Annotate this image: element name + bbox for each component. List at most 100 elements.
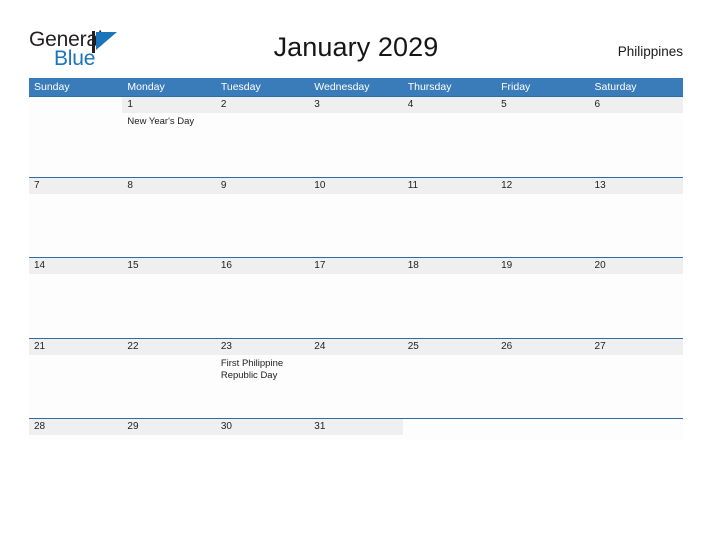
day-number: 11	[407, 179, 419, 191]
day-cell-8[interactable]: 8	[122, 177, 216, 257]
weekday-header-monday: Monday	[127, 81, 165, 93]
weekday-header-friday: Friday	[501, 81, 531, 93]
day-number-band: 25	[402, 338, 497, 355]
day-cell-27[interactable]: 27	[589, 338, 683, 418]
day-number: 2	[220, 99, 227, 110]
day-number: 20	[594, 260, 606, 271]
day-cell-23[interactable]: 23 First Philippine Republic Day	[215, 338, 310, 418]
weekday-header-sunday: Sunday	[34, 81, 70, 93]
day-cell-25[interactable]: 25	[402, 338, 497, 418]
calendar-week-row: 1 New Year's Day 2 3 4 5 6	[29, 96, 683, 177]
day-number-band: 31	[309, 419, 403, 435]
day-number-band: 3	[309, 97, 403, 113]
day-cell-26[interactable]: 26	[496, 338, 590, 418]
day-number: 19	[501, 260, 513, 271]
day-cell-24[interactable]: 24	[309, 338, 403, 418]
day-number-band: 13	[589, 177, 683, 194]
weekday-header-wednesday: Wednesday	[314, 81, 370, 93]
day-cell-empty[interactable]	[496, 419, 590, 440]
page-title: January 2029	[273, 32, 439, 62]
day-cell-30[interactable]: 30	[215, 419, 310, 440]
day-number-band: 2	[215, 97, 310, 113]
day-number-band	[590, 419, 683, 435]
day-cell-31[interactable]: 31	[309, 419, 403, 440]
region-label: Philippines	[617, 44, 683, 59]
day-cell-empty[interactable]	[589, 419, 683, 440]
day-number-band: 16	[215, 258, 310, 274]
day-number-band: 6	[589, 97, 683, 113]
calendar-page: General Blue January 2029 Philippines Su…	[0, 0, 712, 550]
week-cells: 1 New Year's Day 2 3 4 5 6	[29, 97, 683, 177]
day-number-band: 19	[496, 258, 590, 274]
day-number: 18	[407, 260, 419, 271]
day-number-band: 11	[402, 177, 497, 194]
day-cell-1[interactable]: 1 New Year's Day	[122, 97, 216, 177]
day-number-band: 17	[309, 258, 403, 274]
day-number-band: 30	[215, 419, 310, 435]
day-cell-18[interactable]: 18	[402, 258, 497, 338]
day-number-band: 22	[122, 338, 216, 355]
page-header: General Blue January 2029 Philippines	[0, 0, 712, 76]
weekday-header-tuesday: Tuesday	[220, 81, 261, 93]
day-cell-empty[interactable]	[402, 419, 497, 440]
day-cell-21[interactable]: 21	[29, 338, 123, 418]
calendar-week-row: 28 29 30 31	[29, 418, 683, 440]
day-number-band: 18	[402, 258, 497, 274]
day-number: 24	[314, 340, 326, 352]
day-cell-28[interactable]: 28	[29, 419, 123, 440]
day-cell-11[interactable]: 11	[402, 177, 497, 257]
day-number: 12	[501, 179, 513, 191]
day-number-band: 9	[215, 177, 310, 194]
event-label: First Philippine Republic Day	[220, 357, 284, 382]
calendar-body: 1 New Year's Day 2 3 4 5 6 7 8 9 10 11 12 13 14 15 16 17 1…	[29, 96, 683, 440]
day-number-band: 1	[122, 97, 216, 113]
day-cell-2[interactable]: 2	[215, 97, 310, 177]
day-number: 22	[127, 340, 139, 352]
day-cell-7[interactable]: 7	[29, 177, 123, 257]
day-number: 10	[314, 179, 326, 191]
day-number: 4	[407, 99, 414, 110]
day-cell-3[interactable]: 3	[309, 97, 403, 177]
day-events: First Philippine Republic Day	[216, 355, 309, 383]
day-number-band	[496, 419, 589, 435]
day-cell-empty[interactable]	[29, 97, 123, 177]
week-cells: 28 29 30 31	[29, 419, 683, 440]
day-number: 1	[127, 99, 133, 110]
day-number-band: 28	[29, 419, 123, 435]
day-number: 3	[314, 99, 320, 110]
calendar-week-row: 7 8 9 10 11 12 13	[29, 176, 683, 257]
day-number: 16	[220, 260, 232, 271]
calendar-week-row: 14 15 16 17 18 19 20	[29, 257, 683, 338]
day-number: 17	[314, 260, 326, 271]
day-cell-29[interactable]: 29	[122, 419, 216, 440]
day-cell-5[interactable]: 5	[496, 97, 590, 177]
day-cell-22[interactable]: 22	[122, 338, 216, 418]
day-cell-9[interactable]: 9	[215, 177, 310, 257]
day-number-band: 5	[496, 97, 590, 113]
calendar-week-row: 21 22 23 First Philippine Republic Day 24 25 2…	[29, 337, 683, 418]
day-number: 7	[34, 179, 40, 191]
day-number-band: 29	[122, 419, 216, 435]
day-number: 26	[501, 340, 513, 352]
day-number-band	[403, 419, 496, 435]
day-cell-14[interactable]: 14	[29, 258, 123, 338]
day-number: 28	[34, 421, 46, 432]
day-number: 15	[127, 260, 139, 271]
day-number-band: 14	[29, 258, 123, 274]
day-cell-19[interactable]: 19	[496, 258, 590, 338]
day-number: 8	[127, 179, 133, 191]
day-cell-15[interactable]: 15	[122, 258, 216, 338]
calendar-grid: Sunday Monday Tuesday Wednesday Thursday Frid…	[29, 78, 683, 440]
day-cell-17[interactable]: 17	[309, 258, 403, 338]
day-cell-20[interactable]: 20	[589, 258, 683, 338]
day-cell-4[interactable]: 4	[402, 97, 497, 177]
day-number: 13	[594, 179, 606, 191]
day-cell-12[interactable]: 12	[496, 177, 590, 257]
day-cell-13[interactable]: 13	[589, 177, 683, 257]
day-cell-6[interactable]: 6	[589, 97, 683, 177]
day-number: 29	[127, 421, 139, 432]
week-cells: 21 22 23 First Philippine Republic Day 24 25 2…	[29, 338, 683, 418]
event-label: New Year's Day	[127, 116, 195, 127]
day-cell-16[interactable]: 16	[215, 258, 310, 338]
day-cell-10[interactable]: 10	[309, 177, 403, 257]
